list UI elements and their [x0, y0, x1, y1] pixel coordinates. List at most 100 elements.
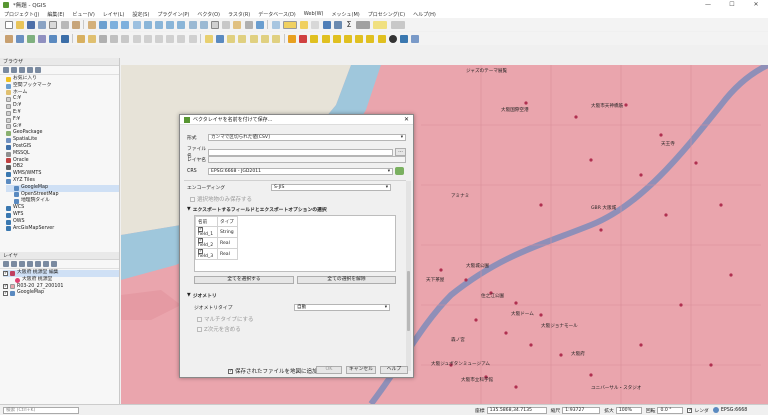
layer-style-icon[interactable]	[3, 261, 9, 267]
new-print-layout-icon[interactable]	[49, 20, 58, 29]
menu-processing[interactable]: プロセシング(C)	[368, 11, 405, 18]
browser-item-googlemap[interactable]: GoogleMap	[6, 184, 119, 192]
add-to-map-checkbox[interactable]	[228, 368, 233, 374]
plugin-i-icon[interactable]	[377, 34, 386, 43]
expand-icon[interactable]	[35, 261, 41, 267]
menu-vector[interactable]: ベクタ(O)	[197, 11, 220, 18]
layername-input[interactable]	[208, 156, 406, 163]
python-console-icon[interactable]	[399, 34, 408, 43]
minimize-button[interactable]: —	[696, 0, 720, 10]
paste-features-icon[interactable]	[166, 34, 175, 43]
browser-item[interactable]: F:¥	[6, 117, 119, 124]
pin-labels-icon[interactable]	[227, 34, 236, 43]
save-project-icon[interactable]	[26, 20, 35, 29]
browse-button[interactable]: …	[395, 148, 406, 156]
layout-manager-icon[interactable]	[60, 20, 69, 29]
filter-icon[interactable]	[19, 67, 25, 73]
zoom-in-icon[interactable]	[110, 20, 119, 29]
layer-visibility-checkbox[interactable]	[3, 270, 8, 276]
add-postgis-icon[interactable]	[38, 34, 47, 43]
plugin-c-icon[interactable]	[310, 34, 319, 43]
menu-project[interactable]: プロジェクト(J)	[4, 11, 39, 18]
browser-item[interactable]: D:¥	[6, 103, 119, 110]
copy-features-icon[interactable]	[155, 34, 164, 43]
table-row[interactable]: field_2 Real	[195, 237, 238, 249]
menu-settings[interactable]: 設定(S)	[132, 11, 149, 18]
collapse-all-icon[interactable]	[43, 261, 49, 267]
dialog-scrollbar[interactable]	[406, 181, 411, 371]
digitize-icon[interactable]	[110, 34, 119, 43]
menu-plugins[interactable]: プラグイン(P)	[157, 11, 189, 18]
new-3d-view-icon[interactable]	[222, 20, 231, 29]
browser-item[interactable]: OWS	[6, 219, 119, 226]
refresh-icon[interactable]	[255, 20, 264, 29]
add-spatialite-icon[interactable]	[49, 34, 58, 43]
fields-section-header[interactable]: ▼ エクスポートするフィールドとエクスポートオプションの選択	[187, 206, 327, 213]
locator-search-input[interactable]: 検索 (Ctrl+K)	[3, 406, 79, 414]
deselect-icon[interactable]	[300, 20, 309, 29]
geometry-section-header[interactable]: ▼ ジオメトリ	[187, 292, 217, 299]
layer-item[interactable]: GoogleMap	[3, 290, 119, 297]
annotation-icon[interactable]	[390, 20, 405, 29]
show-labels-icon[interactable]	[238, 34, 247, 43]
browser-item[interactable]: C:¥	[6, 96, 119, 103]
add-vector-layer-icon[interactable]	[15, 34, 24, 43]
zoom-next-icon[interactable]	[199, 20, 208, 29]
plugin-k-icon[interactable]	[411, 34, 420, 43]
zoom-selection-icon[interactable]	[155, 20, 164, 29]
identify-icon[interactable]	[271, 20, 280, 29]
bookmark-icon[interactable]	[233, 20, 242, 29]
open-project-icon[interactable]	[15, 20, 24, 29]
current-edits-icon[interactable]	[76, 34, 85, 43]
processing-toolbox-icon[interactable]	[333, 20, 342, 29]
toggle-editing-icon[interactable]	[87, 34, 96, 43]
browser-item[interactable]: SpatiaLite	[6, 137, 119, 144]
close-window-button[interactable]: ✕	[744, 0, 768, 10]
layer-visibility-checkbox[interactable]	[3, 284, 8, 290]
save-as-icon[interactable]	[38, 20, 47, 29]
menu-database[interactable]: データベース(D)	[258, 11, 296, 18]
coordinate-display[interactable]: 135.5868,34.7135	[486, 406, 547, 414]
add-wms-icon[interactable]	[60, 34, 69, 43]
refresh-browser-icon[interactable]	[11, 67, 17, 73]
plugin-f-icon[interactable]	[344, 34, 353, 43]
vertex-tool-icon[interactable]	[121, 34, 130, 43]
plugin-b-icon[interactable]	[299, 34, 308, 43]
layer-item[interactable]: 大阪府 桃源堂	[3, 277, 119, 284]
column-header-name[interactable]: 名前	[195, 216, 218, 227]
zoom-native-icon[interactable]	[177, 20, 186, 29]
zoom-out-icon[interactable]	[121, 20, 130, 29]
pan-to-selection-icon[interactable]	[99, 20, 108, 29]
show-bookmarks-icon[interactable]	[244, 20, 253, 29]
cut-features-icon[interactable]	[143, 34, 152, 43]
filename-input[interactable]	[208, 148, 393, 156]
browser-item[interactable]: ArcGisMapServer	[6, 226, 119, 233]
filter-legend-icon[interactable]	[27, 261, 33, 267]
visibility-icon[interactable]	[19, 261, 25, 267]
field-calculator-icon[interactable]	[322, 20, 331, 29]
deselect-all-button[interactable]: 全ての選択を解除	[297, 276, 396, 284]
statistics-icon[interactable]: Σ	[345, 20, 353, 29]
crs-selector-icon[interactable]	[395, 167, 404, 175]
ok-button[interactable]: OK	[316, 366, 342, 374]
column-header-type[interactable]: タイプ	[217, 216, 238, 227]
selected-only-checkbox[interactable]	[190, 196, 195, 202]
layer-visibility-checkbox[interactable]	[3, 291, 8, 297]
label-settings-icon[interactable]	[215, 34, 224, 43]
multi-type-checkbox[interactable]	[197, 316, 202, 322]
scale-select[interactable]: 1:93727	[562, 406, 601, 414]
attribute-table-icon[interactable]	[311, 20, 320, 29]
table-row[interactable]: field_1 String	[195, 226, 238, 238]
browser-item[interactable]: 空間ブックマーク	[6, 83, 119, 90]
maximize-button[interactable]: ☐	[720, 0, 744, 10]
zoom-rubber-icon[interactable]	[132, 20, 141, 29]
plugin-g-icon[interactable]	[355, 34, 364, 43]
browser-item[interactable]: WMS/WMTS	[6, 171, 119, 178]
help-button[interactable]: ヘルプ	[380, 366, 408, 374]
menu-edit[interactable]: 編集(E)	[47, 11, 64, 18]
table-row[interactable]: field_3 Real	[195, 248, 238, 260]
add-group-icon[interactable]	[11, 261, 17, 267]
delete-selected-icon[interactable]	[132, 34, 141, 43]
browser-item[interactable]: ホーム	[6, 90, 119, 97]
zoom-last-icon[interactable]	[188, 20, 197, 29]
